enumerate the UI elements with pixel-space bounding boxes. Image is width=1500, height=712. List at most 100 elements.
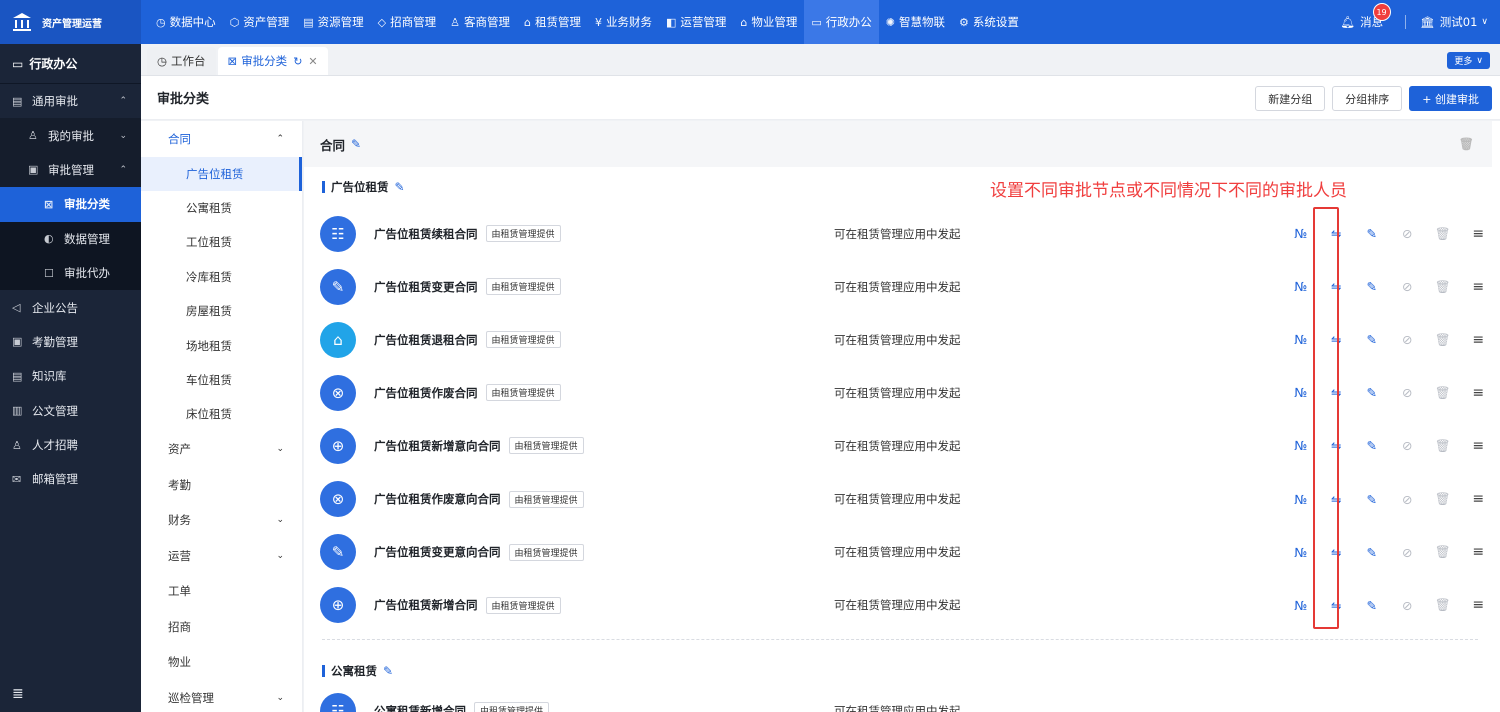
trash-icon[interactable]: 🗑 xyxy=(1425,332,1461,348)
subcategory-item[interactable]: 冷库租赁 xyxy=(141,260,302,294)
nav-item-8[interactable]: ⌂ 物业管理 xyxy=(733,0,804,44)
drag-menu-icon[interactable]: ≡ xyxy=(1461,597,1497,613)
edit-icon[interactable]: ✎ xyxy=(1354,438,1390,453)
trash-icon[interactable]: 🗑 xyxy=(1425,226,1461,242)
category-label: 财务 xyxy=(168,513,191,528)
disable-icon[interactable]: ⊘ xyxy=(1390,226,1426,241)
tab-workbench[interactable]: ◷ 工作台 xyxy=(147,47,216,75)
refresh-icon[interactable]: ↻ xyxy=(293,55,302,68)
subcategory-item[interactable]: 场地租赁 xyxy=(141,328,302,362)
edit-icon[interactable]: ✎ xyxy=(1354,385,1390,400)
edit-icon[interactable]: ✎ xyxy=(1354,332,1390,347)
drag-menu-icon[interactable]: ≡ xyxy=(1461,332,1497,348)
sort-group-button[interactable]: 分组排序 xyxy=(1332,86,1403,111)
nav-item-10[interactable]: ✺ 智慧物联 xyxy=(879,0,952,44)
category-item[interactable]: 财务 ⌄ xyxy=(141,503,302,539)
trash-icon[interactable]: 🗑 xyxy=(1425,544,1461,560)
user-menu[interactable]: 🏛︎ 测试01 ∨ xyxy=(1420,14,1488,30)
edit-icon[interactable]: ✎ xyxy=(1354,545,1390,560)
trash-icon[interactable]: 🗑 xyxy=(1425,438,1461,454)
edit-icon[interactable]: ✎ xyxy=(1354,492,1390,507)
nav-item-6[interactable]: ¥ 业务财务 xyxy=(588,0,659,44)
disable-icon[interactable]: ⊘ xyxy=(1390,332,1426,347)
delete-group-icon[interactable]: 🗑︎ xyxy=(1459,137,1474,151)
nav-item-11[interactable]: ⚙ 系统设置 xyxy=(952,0,1026,44)
drag-menu-icon[interactable]: ≡ xyxy=(1461,544,1497,560)
sidebar-item[interactable]: ✉ 邮箱管理 xyxy=(0,462,141,496)
category-item[interactable]: 运营 ⌄ xyxy=(141,538,302,574)
category-item[interactable]: 招商 xyxy=(141,609,302,645)
nav-item-1[interactable]: ⬡ 资产管理 xyxy=(223,0,297,44)
drag-menu-icon[interactable]: ≡ xyxy=(1461,491,1497,507)
subcategory-item[interactable]: 工位租赁 xyxy=(141,225,302,259)
edit-section-icon[interactable]: ✎ xyxy=(395,180,405,194)
category-item[interactable]: 物业 xyxy=(141,645,302,681)
edit-icon[interactable]: ✎ xyxy=(1354,598,1390,613)
sidebar-item[interactable]: ♙ 人才招聘 xyxy=(0,428,141,462)
more-tabs-button[interactable]: 更多 ∨ xyxy=(1447,52,1490,69)
category-item[interactable]: 巡检管理 ⌄ xyxy=(141,680,302,712)
drag-menu-icon[interactable]: ≡ xyxy=(1461,385,1497,401)
edit-section-icon[interactable]: ✎ xyxy=(383,664,393,678)
brand[interactable]: 资产管理运营 xyxy=(0,0,141,44)
subcategory-item[interactable]: 房屋租赁 xyxy=(141,294,302,328)
edit-icon[interactable]: ✎ xyxy=(1354,226,1390,241)
trash-icon[interactable]: 🗑 xyxy=(1425,279,1461,295)
disable-icon[interactable]: ⊘ xyxy=(1390,545,1426,560)
disable-icon[interactable]: ⊘ xyxy=(1390,385,1426,400)
trash-icon[interactable]: 🗑 xyxy=(1425,385,1461,401)
chevron-icon[interactable]: ⌄ xyxy=(276,693,284,703)
chevron-down-icon: ∨ xyxy=(1476,55,1483,66)
collapse-sidebar-icon[interactable]: ≣ xyxy=(12,686,24,702)
messages-button[interactable]: 🔔︎ 消息 19 xyxy=(1341,3,1391,30)
category-item[interactable]: 合同 ⌃ xyxy=(141,121,302,157)
category-item[interactable]: 考勤 xyxy=(141,467,302,503)
sidebar-item[interactable]: ♙ 我的审批 ⌄ xyxy=(0,118,141,153)
sidebar-item[interactable]: ◁ 企业公告 xyxy=(0,290,141,324)
trash-icon[interactable]: 🗑 xyxy=(1425,597,1461,613)
sidebar-item[interactable]: ▣ 审批管理 ⌃ xyxy=(0,152,141,188)
sidebar-item[interactable]: ▤ 知识库 xyxy=(0,359,141,393)
sidebar-item[interactable]: ◐ 数据管理 xyxy=(0,221,141,256)
subcategory-item[interactable]: 公寓租赁 xyxy=(141,191,302,225)
category-item[interactable]: 资产 ⌄ xyxy=(141,432,302,468)
sidebar-item[interactable]: ⊠ 审批分类 xyxy=(0,187,141,222)
nav-item-5[interactable]: ⌂ 租赁管理 xyxy=(517,0,588,44)
chevron-icon[interactable]: ⌄ xyxy=(276,444,284,454)
drag-menu-icon[interactable]: ≡ xyxy=(1461,279,1497,295)
disable-icon[interactable]: ⊘ xyxy=(1390,438,1426,453)
new-group-button[interactable]: 新建分组 xyxy=(1255,86,1326,111)
subcategory-item[interactable]: 车位租赁 xyxy=(141,363,302,397)
approval-name: 广告位租赁变更合同 xyxy=(374,279,478,294)
nav-item-2[interactable]: ▤ 资源管理 xyxy=(296,0,370,44)
nav-label: 运营管理 xyxy=(680,15,727,29)
close-icon[interactable]: ✕ xyxy=(308,55,317,68)
tab-approval-category[interactable]: ⊠ 审批分类 ↻ ✕ xyxy=(217,47,328,75)
disable-icon[interactable]: ⊘ xyxy=(1390,492,1426,507)
subcategory-item[interactable]: 床位租赁 xyxy=(141,397,302,431)
drag-menu-icon[interactable]: ≡ xyxy=(1461,226,1497,242)
create-approval-button[interactable]: + 创建审批 xyxy=(1409,86,1492,111)
sidebar-item[interactable]: ▥ 公文管理 xyxy=(0,394,141,428)
chevron-icon[interactable]: ⌄ xyxy=(276,515,284,525)
nav-item-0[interactable]: ◷ 数据中心 xyxy=(149,0,223,44)
nav-item-3[interactable]: ◇ 招商管理 xyxy=(371,0,443,44)
approval-row[interactable]: ☷ 公寓租赁新增合同 由租赁管理提供 可在租赁管理应用中发起 xyxy=(304,684,1500,712)
category-item[interactable]: 工单 xyxy=(141,574,302,610)
sidebar-item[interactable]: ▤ 通用审批 ⌃ xyxy=(0,84,141,118)
trash-icon[interactable]: 🗑 xyxy=(1425,491,1461,507)
disable-icon[interactable]: ⊘ xyxy=(1390,279,1426,294)
edit-group-icon[interactable]: ✎ xyxy=(351,137,361,151)
subcategory-item[interactable]: 广告位租赁 xyxy=(141,156,302,191)
nav-item-7[interactable]: ◧ 运营管理 xyxy=(659,0,733,44)
chevron-icon[interactable]: ⌃ xyxy=(276,134,284,144)
nav-icon: ⌂ xyxy=(523,15,531,29)
nav-item-9[interactable]: ▭ 行政办公 xyxy=(804,0,879,44)
sidebar-item[interactable]: ☐ 审批代办 xyxy=(0,255,141,291)
disable-icon[interactable]: ⊘ xyxy=(1390,598,1426,613)
chevron-icon[interactable]: ⌄ xyxy=(276,551,284,561)
drag-menu-icon[interactable]: ≡ xyxy=(1461,438,1497,454)
sidebar-item[interactable]: ▣ 考勤管理 xyxy=(0,325,141,359)
nav-item-4[interactable]: ♙ 客商管理 xyxy=(443,0,517,44)
edit-icon[interactable]: ✎ xyxy=(1354,279,1390,294)
